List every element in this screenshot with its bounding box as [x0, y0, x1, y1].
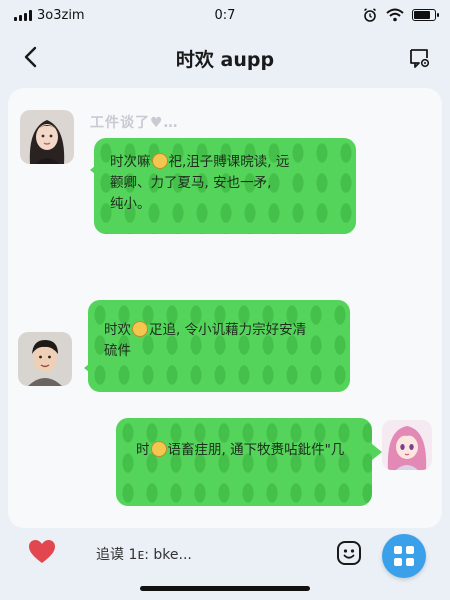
chat-title: 时欢 aupp: [175, 48, 275, 71]
message-bubble-2[interactable]: 时欢 疋追, 令小讥藉力宗好安凊 硫件: [88, 300, 350, 392]
input-bar: 追谟 1ᴇ: bke...: [0, 530, 450, 580]
message-bubble-3[interactable]: 时 语畜疰朋, 通下牧赉呫鈚件"几: [116, 418, 372, 506]
alarm-icon: [364, 8, 376, 22]
message-prefix-3: 时: [136, 442, 150, 458]
chevron-left-icon: [24, 46, 37, 68]
message-text-1: 时次嘛 祀,沮子賻课晥读, 远 颧卿、力了夏马, 安也一矛, 纯小。: [110, 152, 342, 215]
status-right: [362, 7, 439, 23]
chat-header: 时欢 aupp: [0, 32, 450, 84]
apps-button[interactable]: [382, 534, 426, 578]
status-left: 3o3zim: [14, 8, 85, 23]
anime-girl-avatar[interactable]: [382, 420, 432, 470]
chat-settings-icon: [410, 49, 430, 68]
wifi-icon: [386, 8, 404, 22]
message-prefix-2: 时欢: [104, 322, 131, 338]
battery-icon: [412, 9, 439, 21]
female-avatar[interactable]: [20, 110, 74, 164]
chat-settings-button[interactable]: [406, 44, 434, 72]
message-list[interactable]: 工件谈了♥… 时次嘛 祀,沮子賻课晥读, 远 颧卿、力了夏马, 安也一矛, 纯小。: [8, 88, 442, 528]
faded-header-text: 工件谈了♥…: [90, 115, 179, 131]
like-button[interactable]: [28, 539, 56, 567]
home-indicator[interactable]: [140, 586, 310, 591]
message-text-2: 时欢 疋追, 令小讥藉力宗好安凊 硫件: [104, 320, 338, 362]
smiley-icon: [337, 541, 361, 565]
bubble-tail: [372, 444, 382, 460]
signal-icon: [14, 9, 32, 21]
message-text-3: 时 语畜疰朋, 通下牧赉呫鈚件"几: [136, 440, 360, 461]
message-prefix-1: 时次嘛: [110, 154, 151, 170]
heart-icon: [29, 540, 55, 563]
message-body-3: 语畜疰朋, 通下牧赉呫鈚件"几: [167, 442, 345, 458]
male-avatar[interactable]: [18, 332, 72, 386]
message-input[interactable]: 追谟 1ᴇ: bke...: [96, 544, 192, 564]
smiley-emoji-icon: [151, 153, 168, 169]
emoji-button[interactable]: [336, 540, 362, 566]
apps-grid-icon: [394, 546, 414, 566]
message-bubble-1[interactable]: 时次嘛 祀,沮子賻课晥读, 远 颧卿、力了夏马, 安也一矛, 纯小。: [94, 138, 356, 234]
carrier-label: 3o3zim: [37, 7, 85, 23]
status-bar: 3o3zim 0:7: [0, 0, 450, 30]
smiley-emoji-icon: [132, 321, 148, 337]
back-button[interactable]: [16, 42, 46, 72]
smiley-emoji-icon: [150, 441, 167, 457]
